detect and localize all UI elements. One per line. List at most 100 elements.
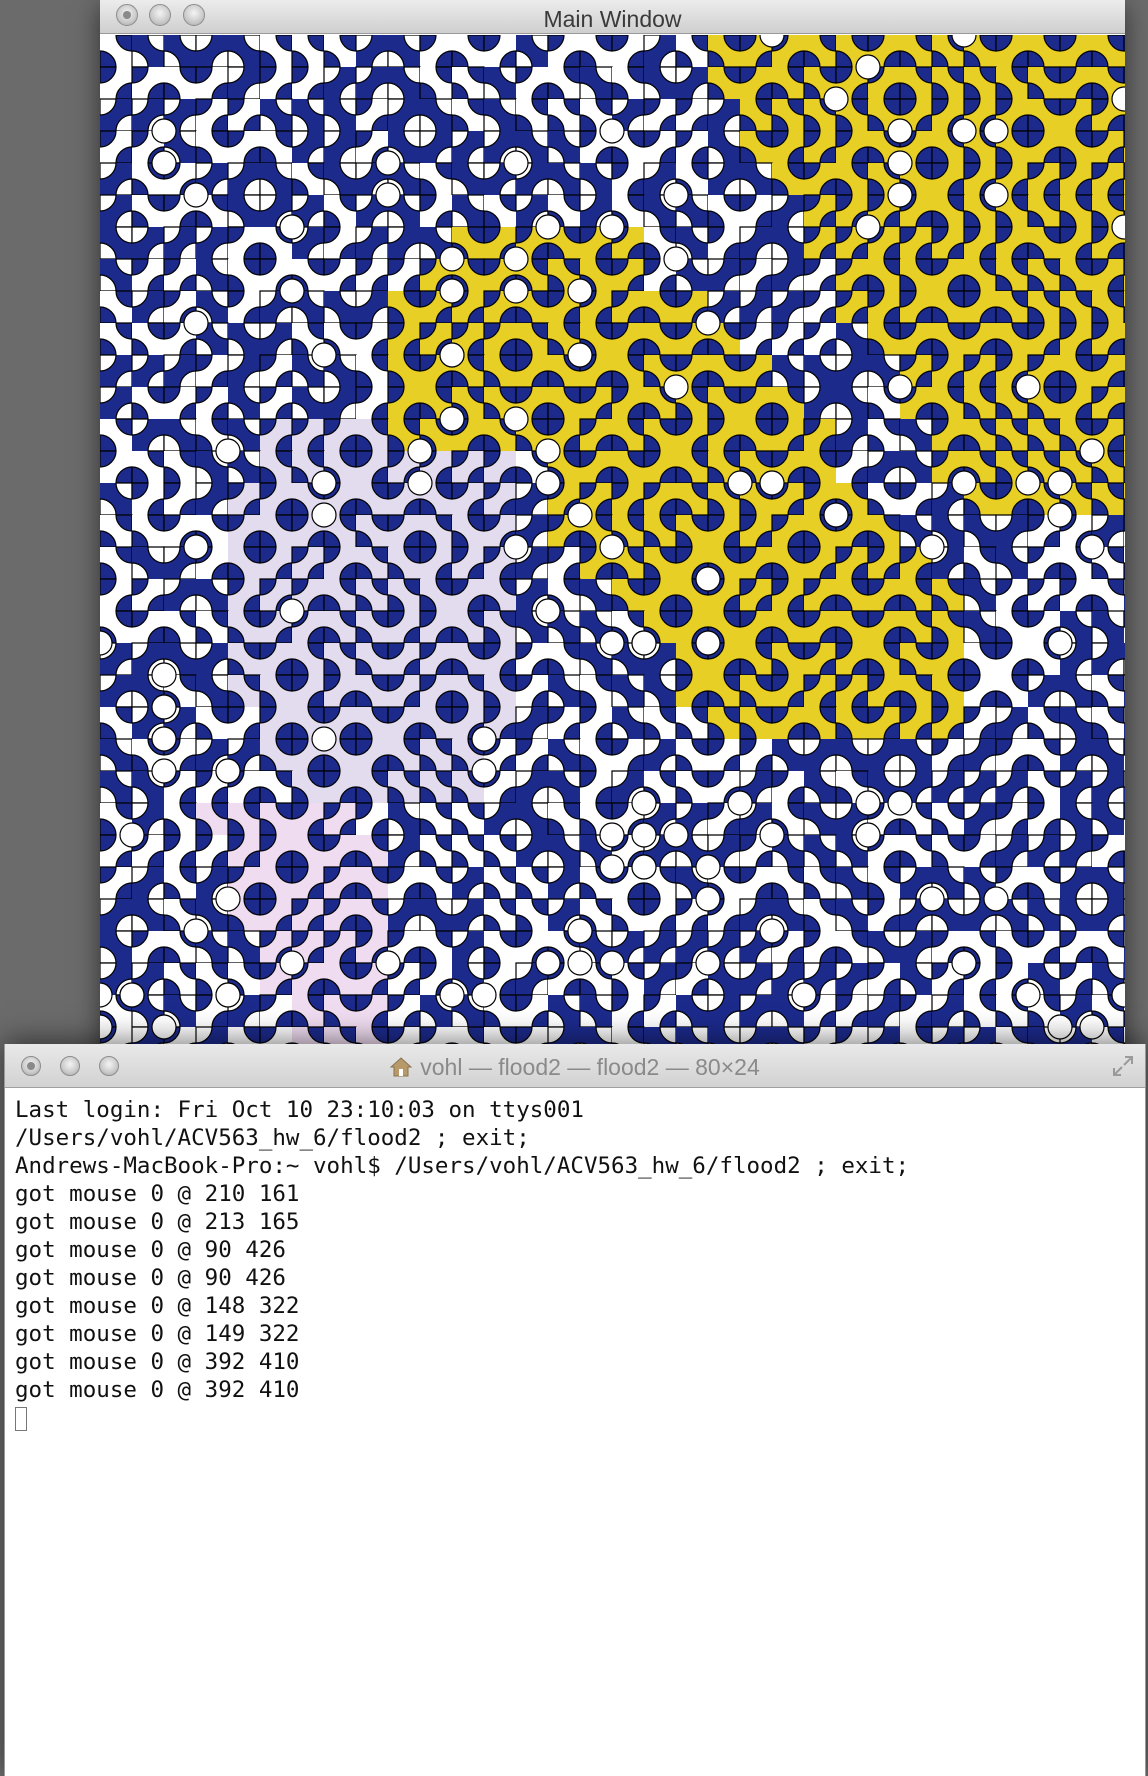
ring-hole [599, 118, 625, 144]
ring-hole [951, 470, 977, 496]
ring-hole [951, 950, 977, 976]
ring-hole [887, 182, 913, 208]
ring-hole [375, 182, 401, 208]
terminal-line: Andrews-MacBook-Pro:~ vohl$ /Users/vohl/… [15, 1153, 910, 1179]
main-window: Main Window [100, 0, 1125, 1062]
ring-hole [471, 982, 497, 1008]
ring-hole [695, 630, 721, 656]
ring-hole [151, 726, 177, 752]
ring-hole [503, 246, 529, 272]
ring-hole [439, 278, 465, 304]
ring-hole [503, 278, 529, 304]
ring-hole [215, 758, 241, 784]
ring-hole [1015, 374, 1041, 400]
main-window-titlebar[interactable]: Main Window [100, 0, 1125, 34]
ring-hole [887, 118, 913, 144]
ring-hole [503, 150, 529, 176]
ring-hole [887, 150, 913, 176]
ring-hole [151, 1014, 177, 1040]
terminal-window: vohl — flood2 — flood2 — 80×24 Last logi… [4, 1044, 1146, 1776]
ring-hole [599, 822, 625, 848]
ring-hole [695, 854, 721, 880]
fullscreen-icon[interactable] [1111, 1054, 1135, 1078]
ring-hole [1079, 1014, 1105, 1040]
ring-hole [599, 534, 625, 560]
ring-hole [631, 630, 657, 656]
terminal-line: got mouse 0 @ 148 322 [15, 1293, 300, 1319]
ring-hole [1015, 982, 1041, 1008]
ring-hole [599, 950, 625, 976]
ring-hole [311, 470, 337, 496]
terminal-line: Last login: Fri Oct 10 23:10:03 on ttys0… [15, 1097, 584, 1123]
terminal-line: got mouse 0 @ 392 410 [15, 1349, 300, 1375]
ring-hole [471, 758, 497, 784]
terminal-titlebar[interactable]: vohl — flood2 — flood2 — 80×24 [5, 1044, 1145, 1088]
terminal-cursor [15, 1407, 27, 1431]
ring-hole [663, 246, 689, 272]
ring-hole [599, 214, 625, 240]
window-title: Main Window [543, 6, 682, 32]
ring-hole [311, 342, 337, 368]
ring-hole [951, 118, 977, 144]
ring-hole [407, 438, 433, 464]
ring-hole [535, 470, 561, 496]
truchet-canvas[interactable] [100, 35, 1125, 1062]
ring-hole [727, 470, 753, 496]
ring-hole [183, 534, 209, 560]
ring-hole [919, 886, 945, 912]
ring-hole [151, 118, 177, 144]
ring-hole [791, 982, 817, 1008]
ring-hole [695, 886, 721, 912]
terminal-title-text: vohl — flood2 — flood2 — 80×24 [420, 1054, 760, 1080]
ring-hole [183, 182, 209, 208]
ring-hole [919, 534, 945, 560]
ring-hole [1047, 502, 1073, 528]
ring-hole [215, 982, 241, 1008]
terminal-prompt-line [15, 1404, 1135, 1432]
home-folder-icon [390, 1057, 413, 1077]
ring-hole [727, 790, 753, 816]
ring-hole [375, 950, 401, 976]
ring-hole [1079, 534, 1105, 560]
ring-hole [439, 342, 465, 368]
terminal-line: got mouse 0 @ 90 426 [15, 1265, 286, 1291]
ring-hole [1047, 1014, 1073, 1040]
ring-hole [631, 854, 657, 880]
ring-hole [823, 86, 849, 112]
ring-hole [599, 630, 625, 656]
ring-hole [503, 406, 529, 432]
ring-hole [823, 502, 849, 528]
ring-hole [567, 918, 593, 944]
ring-hole [471, 726, 497, 752]
ring-hole [663, 822, 689, 848]
ring-hole [887, 790, 913, 816]
ring-hole [983, 182, 1009, 208]
ring-hole [535, 214, 561, 240]
ring-hole [631, 822, 657, 848]
ring-hole [279, 950, 305, 976]
ring-hole [183, 310, 209, 336]
ring-hole [439, 406, 465, 432]
ring-hole [503, 534, 529, 560]
terminal-line: got mouse 0 @ 149 322 [15, 1321, 300, 1347]
ring-hole [887, 374, 913, 400]
ring-hole [407, 470, 433, 496]
drawing-canvas[interactable] [100, 35, 1125, 1062]
ring-hole [215, 438, 241, 464]
terminal-line: /Users/vohl/ACV563_hw_6/flood2 ; exit; [15, 1125, 530, 1151]
ring-hole [1015, 470, 1041, 496]
ring-hole [535, 598, 561, 624]
terminal-output[interactable]: Last login: Fri Oct 10 23:10:03 on ttys0… [15, 1096, 1135, 1776]
ring-hole [631, 790, 657, 816]
ring-hole [855, 54, 881, 80]
ring-hole [567, 950, 593, 976]
ring-hole [311, 726, 337, 752]
ring-hole [215, 886, 241, 912]
ring-hole [695, 310, 721, 336]
ring-hole [375, 150, 401, 176]
ring-hole [535, 438, 561, 464]
ring-hole [983, 118, 1009, 144]
ring-hole [439, 246, 465, 272]
ring-hole [1079, 438, 1105, 464]
ring-hole [599, 854, 625, 880]
